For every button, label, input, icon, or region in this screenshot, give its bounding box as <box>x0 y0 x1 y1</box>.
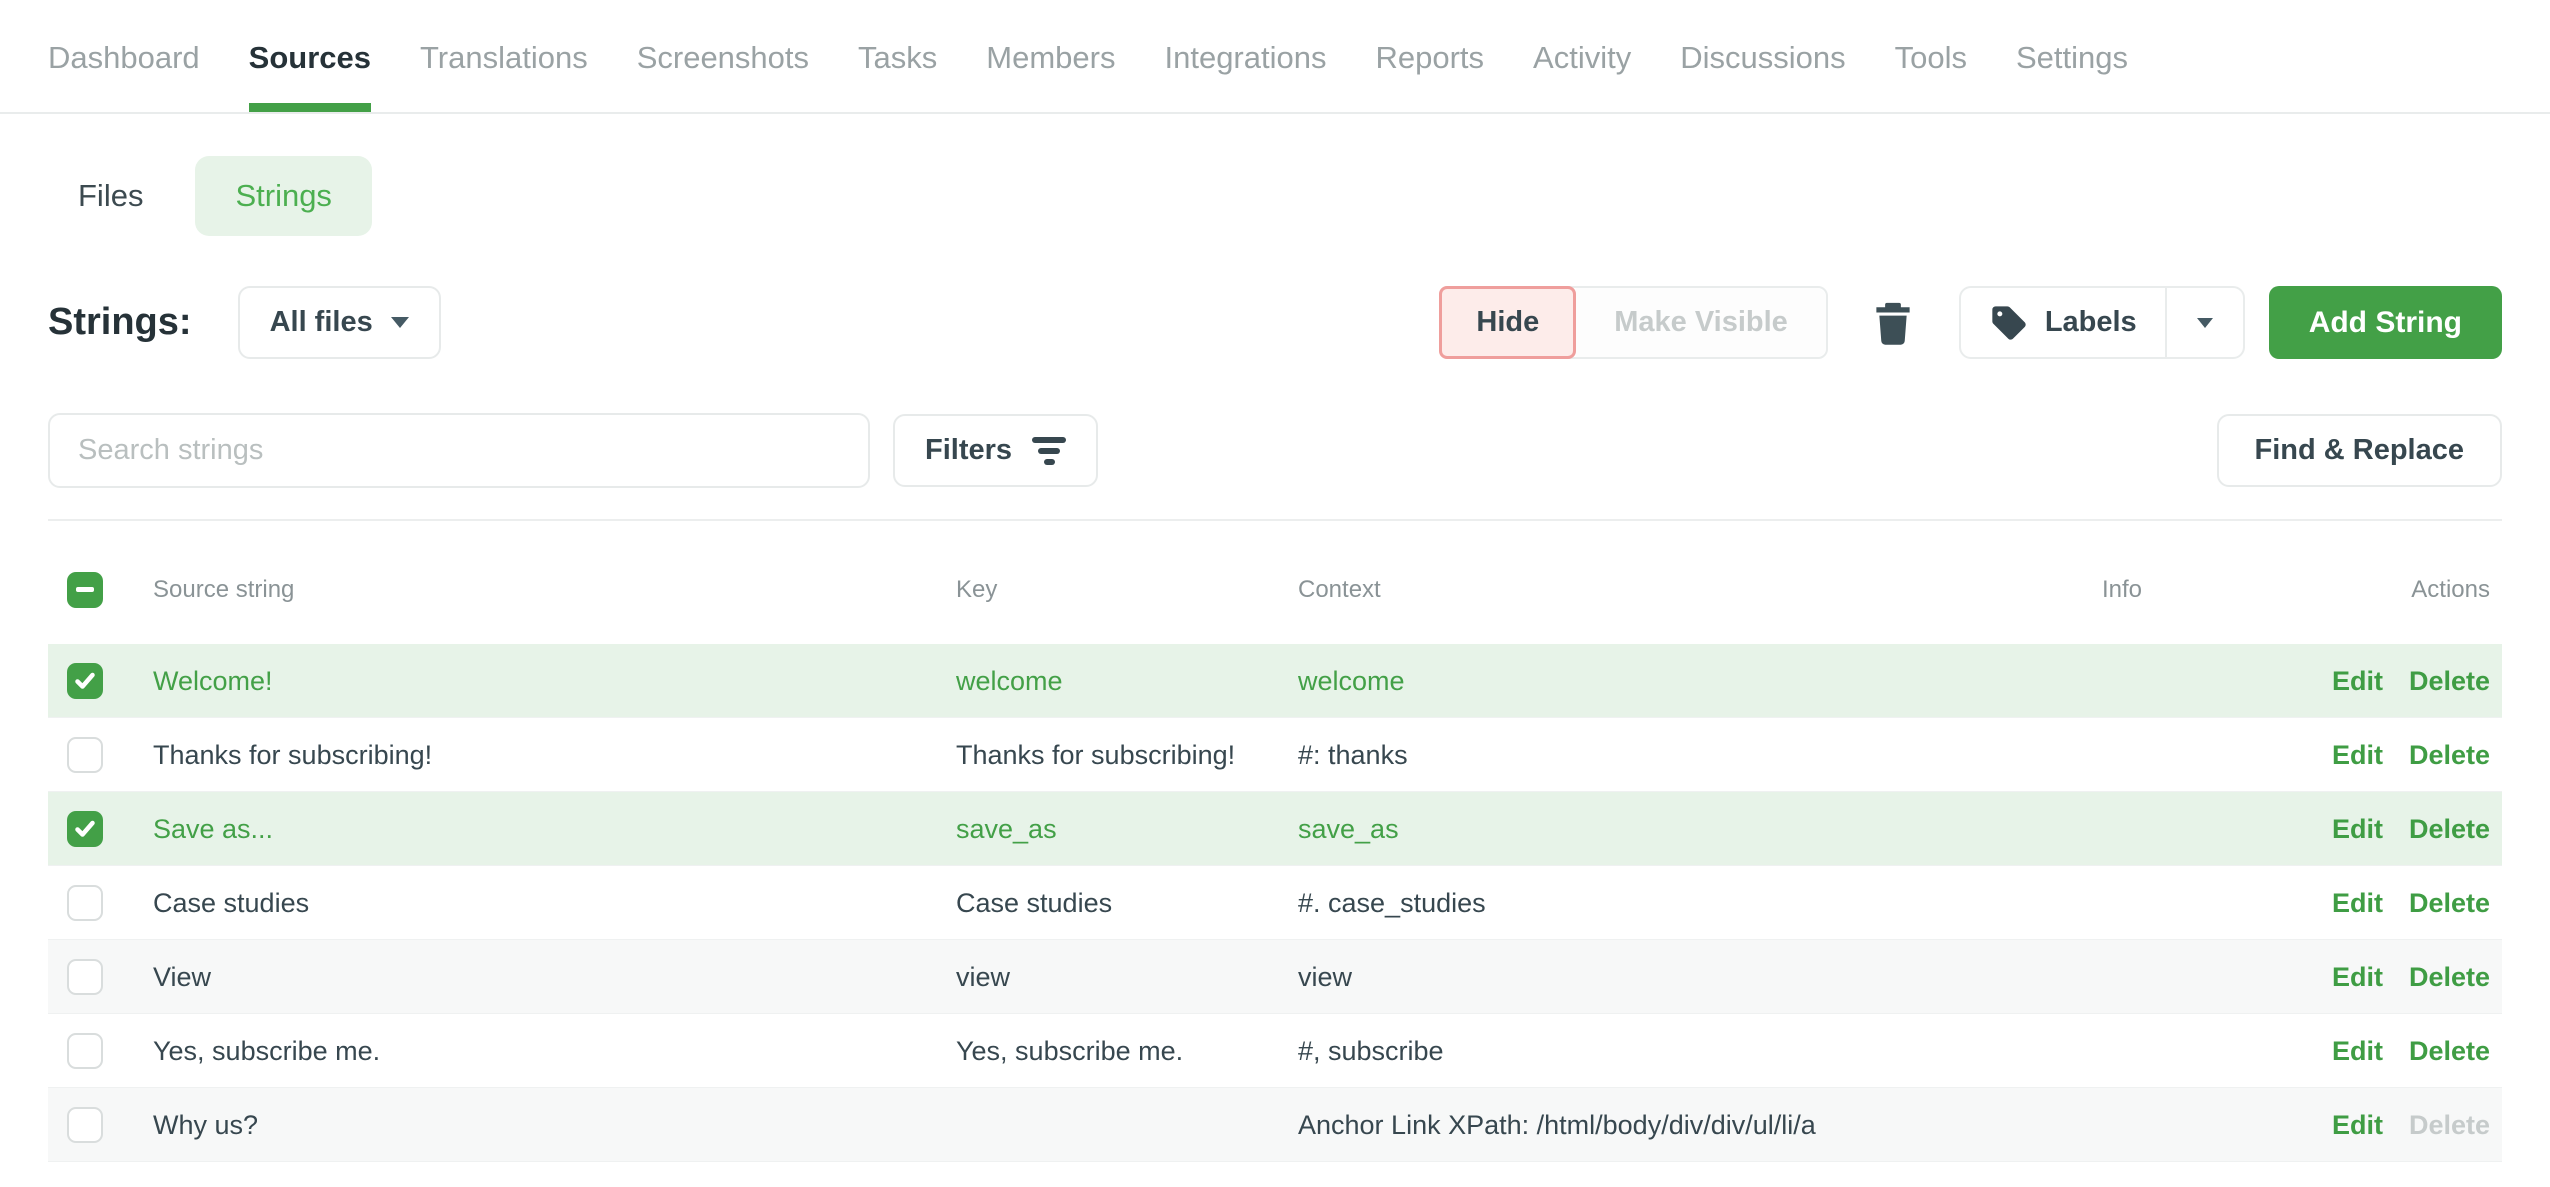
key-cell: welcome <box>956 666 1298 697</box>
column-header-info: Info <box>1918 576 2142 604</box>
delete-link[interactable]: Delete <box>2409 740 2490 771</box>
table-row: Welcome! welcome welcome Edit Delete <box>48 644 2502 718</box>
file-filter-label: All files <box>270 306 373 339</box>
tab-files[interactable]: Files <box>78 178 143 214</box>
tag-icon <box>1989 303 2029 343</box>
key-cell: Thanks for subscribing! <box>956 740 1298 771</box>
labels-dropdown-toggle[interactable] <box>2165 288 2243 357</box>
row-checkbox[interactable] <box>67 1033 103 1069</box>
nav-item-translations[interactable]: Translations <box>420 40 588 112</box>
nav-item-members[interactable]: Members <box>986 40 1115 112</box>
visibility-button-group: Hide Make Visible <box>1439 286 1827 359</box>
search-row: Filters Find & Replace <box>48 413 2502 488</box>
context-cell: #, subscribe <box>1298 1036 1918 1067</box>
edit-link[interactable]: Edit <box>2332 1036 2383 1067</box>
row-checkbox[interactable] <box>67 663 103 699</box>
column-header-source: Source string <box>153 576 956 604</box>
nav-item-activity[interactable]: Activity <box>1533 40 1631 112</box>
row-checkbox[interactable] <box>67 1107 103 1143</box>
key-cell: Case studies <box>956 888 1298 919</box>
labels-split-button: Labels <box>1959 286 2245 359</box>
tab-strings[interactable]: Strings <box>195 156 371 236</box>
top-navigation: Dashboard Sources Translations Screensho… <box>0 0 2550 114</box>
edit-link[interactable]: Edit <box>2332 1110 2383 1141</box>
column-header-key: Key <box>956 576 1298 604</box>
nav-item-discussions[interactable]: Discussions <box>1680 40 1845 112</box>
context-cell: view <box>1298 962 1918 993</box>
labels-button-label: Labels <box>2045 306 2137 339</box>
nav-item-integrations[interactable]: Integrations <box>1164 40 1326 112</box>
check-icon <box>73 817 97 841</box>
source-view-tabs: Files Strings <box>48 156 2502 236</box>
source-string-cell: Save as... <box>153 814 956 845</box>
table-row: Case studies Case studies #. case_studie… <box>48 866 2502 940</box>
nav-item-sources[interactable]: Sources <box>249 40 371 112</box>
table-row: Thanks for subscribing! Thanks for subsc… <box>48 718 2502 792</box>
filter-list-icon <box>1032 437 1066 465</box>
nav-item-tools[interactable]: Tools <box>1895 40 1967 112</box>
filters-button-label: Filters <box>925 434 1012 467</box>
row-checkbox[interactable] <box>67 959 103 995</box>
check-icon <box>73 669 97 693</box>
table-row: View view view Edit Delete <box>48 940 2502 1014</box>
row-checkbox[interactable] <box>67 885 103 921</box>
delete-link[interactable]: Delete <box>2409 814 2490 845</box>
column-header-context: Context <box>1298 576 1918 604</box>
source-string-cell: Why us? <box>153 1110 956 1141</box>
nav-item-tasks[interactable]: Tasks <box>858 40 937 112</box>
key-cell: save_as <box>956 814 1298 845</box>
nav-item-dashboard[interactable]: Dashboard <box>48 40 200 112</box>
caret-down-icon <box>2197 318 2213 328</box>
source-string-cell: Thanks for subscribing! <box>153 740 956 771</box>
strings-table: Source string Key Context Info Actions W… <box>48 521 2502 1162</box>
key-cell: view <box>956 962 1298 993</box>
nav-item-screenshots[interactable]: Screenshots <box>637 40 809 112</box>
select-all-checkbox[interactable] <box>67 572 103 608</box>
toolbar-actions: Hide Make Visible Labels Add String <box>1439 286 2502 359</box>
strings-toolbar: Strings: All files Hide Make Visible Lab… <box>48 286 2502 359</box>
source-string-cell: Case studies <box>153 888 956 919</box>
edit-link[interactable]: Edit <box>2332 666 2383 697</box>
nav-item-settings[interactable]: Settings <box>2016 40 2128 112</box>
key-cell: Yes, subscribe me. <box>956 1036 1298 1067</box>
source-string-cell: Yes, subscribe me. <box>153 1036 956 1067</box>
source-string-cell: Welcome! <box>153 666 956 697</box>
table-row: Why us? Anchor Link XPath: /html/body/di… <box>48 1088 2502 1162</box>
delete-link[interactable]: Delete <box>2409 1036 2490 1067</box>
delete-link[interactable]: Delete <box>2409 962 2490 993</box>
filters-button[interactable]: Filters <box>893 414 1098 487</box>
delete-link-disabled: Delete <box>2409 1110 2490 1141</box>
source-string-cell: View <box>153 962 956 993</box>
edit-link[interactable]: Edit <box>2332 962 2383 993</box>
add-string-button[interactable]: Add String <box>2269 286 2502 359</box>
nav-item-reports[interactable]: Reports <box>1375 40 1484 112</box>
context-cell: #. case_studies <box>1298 888 1918 919</box>
delete-link[interactable]: Delete <box>2409 666 2490 697</box>
row-checkbox[interactable] <box>67 737 103 773</box>
table-row: Save as... save_as save_as Edit Delete <box>48 792 2502 866</box>
table-header-row: Source string Key Context Info Actions <box>48 521 2502 644</box>
search-input[interactable] <box>48 413 870 488</box>
context-cell: #: thanks <box>1298 740 1918 771</box>
column-header-actions: Actions <box>2142 576 2502 604</box>
hide-button[interactable]: Hide <box>1439 286 1576 359</box>
find-replace-button[interactable]: Find & Replace <box>2217 414 2503 487</box>
caret-down-icon <box>391 317 409 328</box>
page-title: Strings: <box>48 301 192 344</box>
context-cell: save_as <box>1298 814 1918 845</box>
edit-link[interactable]: Edit <box>2332 814 2383 845</box>
edit-link[interactable]: Edit <box>2332 888 2383 919</box>
delete-selected-button[interactable] <box>1872 299 1914 347</box>
delete-link[interactable]: Delete <box>2409 888 2490 919</box>
table-row: Yes, subscribe me. Yes, subscribe me. #,… <box>48 1014 2502 1088</box>
context-cell: welcome <box>1298 666 1918 697</box>
indeterminate-checkbox-icon <box>76 587 94 592</box>
trash-icon <box>1872 299 1914 347</box>
row-checkbox[interactable] <box>67 811 103 847</box>
edit-link[interactable]: Edit <box>2332 740 2383 771</box>
file-filter-dropdown[interactable]: All files <box>238 286 441 359</box>
context-cell: Anchor Link XPath: /html/body/div/div/ul… <box>1298 1110 1918 1141</box>
make-visible-button: Make Visible <box>1576 288 1826 357</box>
labels-button[interactable]: Labels <box>1961 288 2165 357</box>
